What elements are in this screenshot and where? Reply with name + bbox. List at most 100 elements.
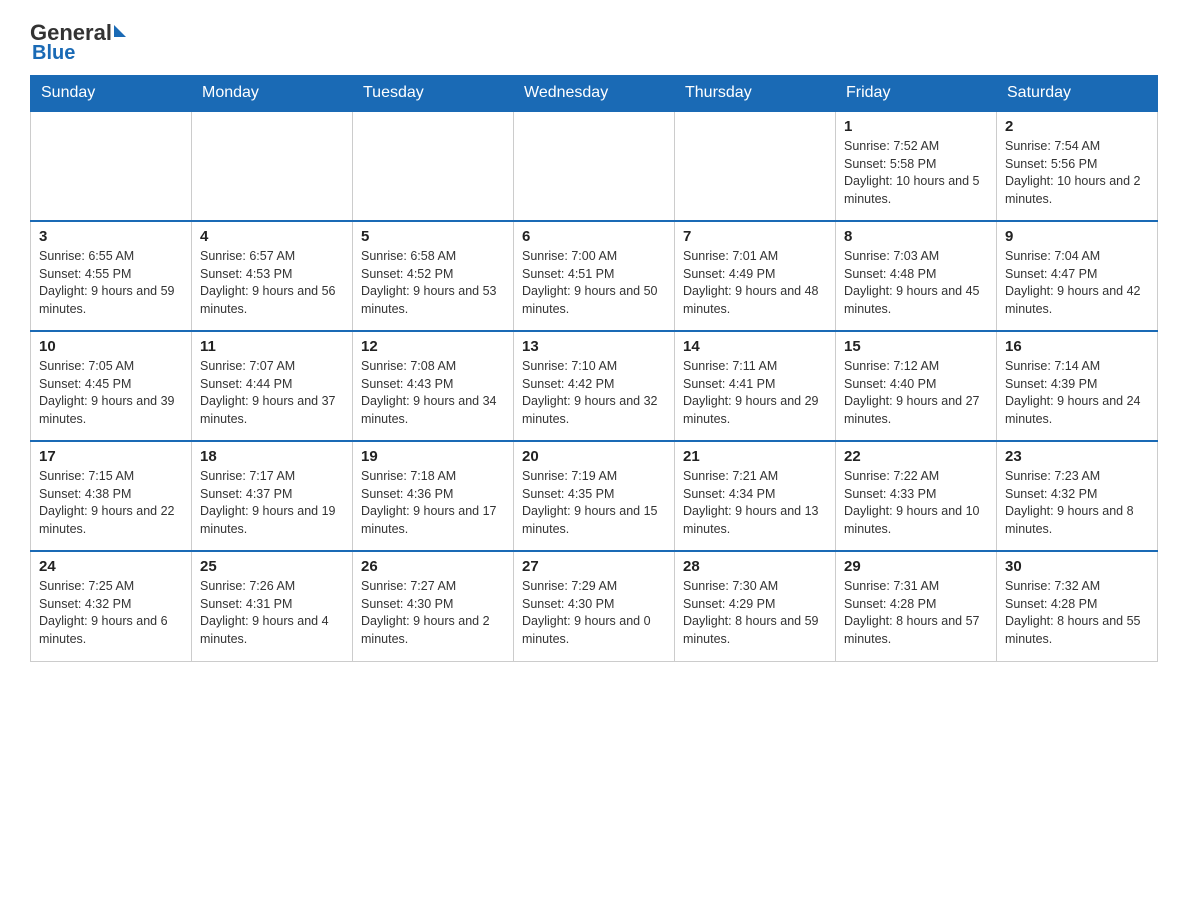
day-info: Sunrise: 7:54 AM Sunset: 5:56 PM Dayligh…: [1005, 138, 1149, 208]
table-row: 27 Sunrise: 7:29 AM Sunset: 4:30 PM Dayli…: [514, 551, 675, 661]
table-row: 16 Sunrise: 7:14 AM Sunset: 4:39 PM Dayli…: [997, 331, 1158, 441]
day-number: 17: [39, 448, 183, 465]
day-info: Sunrise: 7:04 AM Sunset: 4:47 PM Dayligh…: [1005, 248, 1149, 318]
table-row: 8 Sunrise: 7:03 AM Sunset: 4:48 PM Daylig…: [836, 221, 997, 331]
weekday-header-row: Sunday Monday Tuesday Wednesday Thursday…: [31, 76, 1158, 112]
header-friday: Friday: [836, 76, 997, 112]
day-number: 2: [1005, 118, 1149, 135]
table-row: 18 Sunrise: 7:17 AM Sunset: 4:37 PM Dayli…: [192, 441, 353, 551]
day-number: 24: [39, 558, 183, 575]
day-number: 21: [683, 448, 827, 465]
table-row: 6 Sunrise: 7:00 AM Sunset: 4:51 PM Daylig…: [514, 221, 675, 331]
table-row: 1Sunrise: 7:52 AM Sunset: 5:58 PM Daylig…: [836, 111, 997, 221]
table-row: 28 Sunrise: 7:30 AM Sunset: 4:29 PM Dayli…: [675, 551, 836, 661]
table-row: 5Sunrise: 6:58 AM Sunset: 4:52 PM Daylig…: [353, 221, 514, 331]
day-number: 29: [844, 558, 988, 575]
day-info: Sunrise: 7:00 AM Sunset: 4:51 PM Dayligh…: [522, 248, 666, 318]
table-row: 7 Sunrise: 7:01 AM Sunset: 4:49 PM Daylig…: [675, 221, 836, 331]
logo-arrow-icon: [114, 25, 126, 37]
day-info: Sunrise: 6:55 AM Sunset: 4:55 PM Dayligh…: [39, 248, 183, 318]
header-thursday: Thursday: [675, 76, 836, 112]
day-number: 7: [683, 228, 827, 245]
table-row: 2 Sunrise: 7:54 AM Sunset: 5:56 PM Daylig…: [997, 111, 1158, 221]
day-info: Sunrise: 6:57 AM Sunset: 4:53 PM Dayligh…: [200, 248, 344, 318]
day-info: Sunrise: 7:07 AM Sunset: 4:44 PM Dayligh…: [200, 358, 344, 428]
calendar-table: Sunday Monday Tuesday Wednesday Thursday…: [30, 75, 1158, 662]
day-number: 18: [200, 448, 344, 465]
day-info: Sunrise: 7:26 AM Sunset: 4:31 PM Dayligh…: [200, 578, 344, 648]
day-info: Sunrise: 6:58 AM Sunset: 4:52 PM Dayligh…: [361, 248, 505, 318]
day-info: Sunrise: 7:18 AM Sunset: 4:36 PM Dayligh…: [361, 468, 505, 538]
table-row: 26Sunrise: 7:27 AM Sunset: 4:30 PM Dayli…: [353, 551, 514, 661]
day-number: 11: [200, 338, 344, 355]
table-row: 21 Sunrise: 7:21 AM Sunset: 4:34 PM Dayli…: [675, 441, 836, 551]
table-row: 29 Sunrise: 7:31 AM Sunset: 4:28 PM Dayli…: [836, 551, 997, 661]
table-row: 30 Sunrise: 7:32 AM Sunset: 4:28 PM Dayli…: [997, 551, 1158, 661]
table-row: [514, 111, 675, 221]
day-info: Sunrise: 7:01 AM Sunset: 4:49 PM Dayligh…: [683, 248, 827, 318]
table-row: 23 Sunrise: 7:23 AM Sunset: 4:32 PM Dayli…: [997, 441, 1158, 551]
day-number: 6: [522, 228, 666, 245]
table-row: 24Sunrise: 7:25 AM Sunset: 4:32 PM Dayli…: [31, 551, 192, 661]
day-info: Sunrise: 7:10 AM Sunset: 4:42 PM Dayligh…: [522, 358, 666, 428]
header-saturday: Saturday: [997, 76, 1158, 112]
day-info: Sunrise: 7:14 AM Sunset: 4:39 PM Dayligh…: [1005, 358, 1149, 428]
table-row: 17 Sunrise: 7:15 AM Sunset: 4:38 PM Dayli…: [31, 441, 192, 551]
header-sunday: Sunday: [31, 76, 192, 112]
day-number: 23: [1005, 448, 1149, 465]
day-info: Sunrise: 7:08 AM Sunset: 4:43 PM Dayligh…: [361, 358, 505, 428]
day-info: Sunrise: 7:27 AM Sunset: 4:30 PM Dayligh…: [361, 578, 505, 648]
day-number: 8: [844, 228, 988, 245]
day-number: 16: [1005, 338, 1149, 355]
calendar-week-row: 3Sunrise: 6:55 AM Sunset: 4:55 PM Daylig…: [31, 221, 1158, 331]
table-row: 10Sunrise: 7:05 AM Sunset: 4:45 PM Dayli…: [31, 331, 192, 441]
day-info: Sunrise: 7:21 AM Sunset: 4:34 PM Dayligh…: [683, 468, 827, 538]
day-info: Sunrise: 7:12 AM Sunset: 4:40 PM Dayligh…: [844, 358, 988, 428]
table-row: 12 Sunrise: 7:08 AM Sunset: 4:43 PM Dayli…: [353, 331, 514, 441]
logo-area: General Blue: [30, 20, 126, 65]
calendar-week-row: 1Sunrise: 7:52 AM Sunset: 5:58 PM Daylig…: [31, 111, 1158, 221]
header-wednesday: Wednesday: [514, 76, 675, 112]
day-number: 22: [844, 448, 988, 465]
calendar-body: 1Sunrise: 7:52 AM Sunset: 5:58 PM Daylig…: [31, 111, 1158, 661]
day-info: Sunrise: 7:15 AM Sunset: 4:38 PM Dayligh…: [39, 468, 183, 538]
day-info: Sunrise: 7:19 AM Sunset: 4:35 PM Dayligh…: [522, 468, 666, 538]
calendar-week-row: 17 Sunrise: 7:15 AM Sunset: 4:38 PM Dayli…: [31, 441, 1158, 551]
day-number: 12: [361, 338, 505, 355]
table-row: [31, 111, 192, 221]
day-info: Sunrise: 7:23 AM Sunset: 4:32 PM Dayligh…: [1005, 468, 1149, 538]
day-info: Sunrise: 7:03 AM Sunset: 4:48 PM Dayligh…: [844, 248, 988, 318]
day-number: 14: [683, 338, 827, 355]
day-info: Sunrise: 7:11 AM Sunset: 4:41 PM Dayligh…: [683, 358, 827, 428]
day-info: Sunrise: 7:32 AM Sunset: 4:28 PM Dayligh…: [1005, 578, 1149, 648]
table-row: 11 Sunrise: 7:07 AM Sunset: 4:44 PM Dayli…: [192, 331, 353, 441]
table-row: 14 Sunrise: 7:11 AM Sunset: 4:41 PM Dayli…: [675, 331, 836, 441]
day-number: 9: [1005, 228, 1149, 245]
header-monday: Monday: [192, 76, 353, 112]
day-info: Sunrise: 7:22 AM Sunset: 4:33 PM Dayligh…: [844, 468, 988, 538]
day-info: Sunrise: 7:29 AM Sunset: 4:30 PM Dayligh…: [522, 578, 666, 648]
calendar-week-row: 10Sunrise: 7:05 AM Sunset: 4:45 PM Dayli…: [31, 331, 1158, 441]
header-tuesday: Tuesday: [353, 76, 514, 112]
table-row: [675, 111, 836, 221]
day-number: 19: [361, 448, 505, 465]
day-number: 28: [683, 558, 827, 575]
table-row: 13 Sunrise: 7:10 AM Sunset: 4:42 PM Dayli…: [514, 331, 675, 441]
day-number: 27: [522, 558, 666, 575]
table-row: 9 Sunrise: 7:04 AM Sunset: 4:47 PM Daylig…: [997, 221, 1158, 331]
day-number: 4: [200, 228, 344, 245]
day-info: Sunrise: 7:52 AM Sunset: 5:58 PM Dayligh…: [844, 138, 988, 208]
table-row: [192, 111, 353, 221]
table-row: 20 Sunrise: 7:19 AM Sunset: 4:35 PM Dayli…: [514, 441, 675, 551]
day-number: 13: [522, 338, 666, 355]
table-row: 15 Sunrise: 7:12 AM Sunset: 4:40 PM Dayli…: [836, 331, 997, 441]
day-number: 25: [200, 558, 344, 575]
day-info: Sunrise: 7:17 AM Sunset: 4:37 PM Dayligh…: [200, 468, 344, 538]
table-row: 22 Sunrise: 7:22 AM Sunset: 4:33 PM Dayli…: [836, 441, 997, 551]
day-info: Sunrise: 7:30 AM Sunset: 4:29 PM Dayligh…: [683, 578, 827, 648]
day-number: 15: [844, 338, 988, 355]
header: General Blue: [30, 20, 1158, 65]
day-number: 20: [522, 448, 666, 465]
day-number: 30: [1005, 558, 1149, 575]
day-info: Sunrise: 7:31 AM Sunset: 4:28 PM Dayligh…: [844, 578, 988, 648]
